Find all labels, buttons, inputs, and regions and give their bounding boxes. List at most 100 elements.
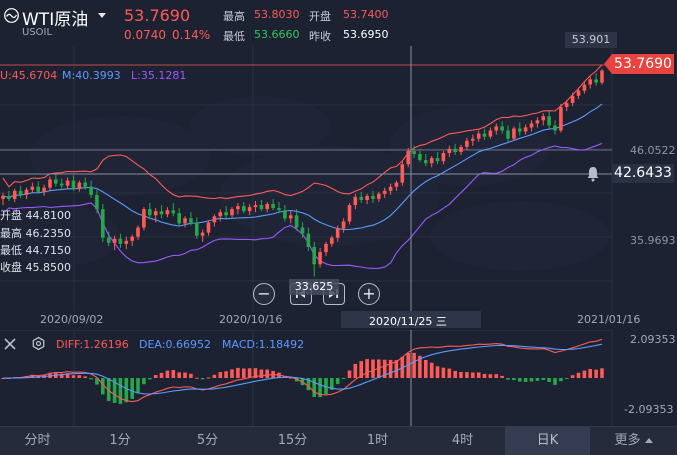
tab-15min[interactable]: 15分 xyxy=(250,427,335,455)
candle-body xyxy=(253,205,258,208)
candle-body xyxy=(400,164,405,183)
candle-body xyxy=(136,227,140,237)
macd-bar xyxy=(130,378,134,399)
candle-body xyxy=(230,209,234,216)
macd-bar xyxy=(136,378,140,394)
candle xyxy=(195,217,199,239)
candle xyxy=(101,204,105,242)
settings-icon[interactable] xyxy=(31,336,46,351)
candle-body xyxy=(523,127,528,132)
tab-4hour[interactable]: 4时 xyxy=(420,427,505,455)
candle xyxy=(324,241,328,257)
open-label: 开盘 xyxy=(309,10,331,23)
candle-body xyxy=(259,205,264,210)
tab-1min[interactable]: 1分 xyxy=(75,427,165,455)
macd-bar xyxy=(424,360,428,378)
macd-bar xyxy=(412,352,416,378)
candle-body xyxy=(441,153,446,162)
candle-body xyxy=(247,207,252,212)
macd-bar xyxy=(118,378,123,404)
tab-1hour[interactable]: 1时 xyxy=(335,427,420,455)
trading-app: WTI原油 USOIL 53.7690 0.0740 0.14% 最高 53.8… xyxy=(0,0,677,455)
chevron-up-icon xyxy=(644,438,653,443)
crosshair-date-label: 2020/11/25 三 xyxy=(369,315,447,328)
close-icon[interactable] xyxy=(3,337,17,351)
macd-bar xyxy=(353,363,358,378)
low-label: 最低 xyxy=(223,30,245,43)
candle-body xyxy=(71,180,76,189)
candle-body xyxy=(359,196,363,200)
candle-body xyxy=(283,210,287,219)
candle xyxy=(165,207,170,218)
macd-bar xyxy=(453,370,457,378)
macd-bar xyxy=(83,376,87,378)
candle-body xyxy=(265,204,269,210)
ohlc-open: 开盘 44.8100 xyxy=(0,209,71,222)
candle-body xyxy=(101,209,105,238)
macd-bar xyxy=(564,378,569,379)
tab-more[interactable]: 更多 xyxy=(590,427,677,455)
candle-body xyxy=(324,243,328,253)
candle-body xyxy=(535,120,540,124)
period-tabs: 分时 1分 5分 15分 1时 4时 日K 更多 xyxy=(0,426,677,455)
boll-low-value: L:35.1281 xyxy=(131,69,187,82)
candle-body xyxy=(24,189,29,195)
macd-bar xyxy=(576,372,581,378)
candle xyxy=(559,103,563,133)
zoom-in-button[interactable]: + xyxy=(358,283,380,305)
candle-body xyxy=(582,84,587,91)
candle-body xyxy=(206,222,211,233)
candle-body xyxy=(347,205,352,222)
candle-body xyxy=(106,237,111,243)
candle-body xyxy=(159,211,164,215)
macd-bar xyxy=(441,367,446,378)
macd-bar xyxy=(347,370,352,378)
price-change-pct: 0.14% xyxy=(172,28,211,42)
candle-body xyxy=(518,128,522,132)
candle xyxy=(570,92,575,106)
candle-body xyxy=(271,204,275,209)
price-level-2: 35.9693 xyxy=(630,234,676,247)
candle-body xyxy=(171,210,176,214)
macd-bar xyxy=(124,378,129,403)
candle-body xyxy=(388,186,393,191)
zoom-out-button[interactable]: − xyxy=(253,283,275,305)
candle-body xyxy=(83,182,87,187)
candle-body xyxy=(453,148,457,152)
candlestick-chart[interactable] xyxy=(0,46,677,311)
tab-5min[interactable]: 5分 xyxy=(165,427,250,455)
tab-daily[interactable]: 日K xyxy=(505,427,590,455)
macd-bar xyxy=(447,368,452,378)
candle-body xyxy=(48,179,52,188)
candle xyxy=(512,126,516,141)
macd-bar xyxy=(471,372,475,378)
macd-bar xyxy=(559,378,563,382)
macd-bar xyxy=(588,369,592,378)
candle-body xyxy=(512,128,516,139)
candle xyxy=(136,225,140,240)
candle-body xyxy=(18,190,23,195)
macd-bar xyxy=(429,362,434,378)
candle xyxy=(400,161,405,186)
macd-dea-value: DEA:0.66952 xyxy=(139,338,211,351)
candle-body xyxy=(195,222,199,236)
macd-bar xyxy=(335,378,340,385)
symbol-dropdown-icon[interactable] xyxy=(98,13,106,18)
candle-body xyxy=(459,146,463,152)
candle-body xyxy=(7,195,11,199)
map-shape xyxy=(430,201,610,271)
time-axis: 2020/09/02 2020/10/16 2020/11/25 三 2021/… xyxy=(0,311,677,328)
candle-body xyxy=(189,218,193,223)
candle-body xyxy=(418,154,422,161)
tab-timeshare[interactable]: 分时 xyxy=(0,427,75,455)
candle-body xyxy=(294,215,299,228)
candle-body xyxy=(424,160,428,164)
macd-bar xyxy=(388,359,393,378)
candle xyxy=(171,203,176,217)
candle-body xyxy=(465,140,469,147)
candle xyxy=(12,188,17,202)
candle-body xyxy=(335,228,340,238)
macd-bar xyxy=(482,373,487,378)
bell-icon[interactable] xyxy=(585,165,601,182)
macd-bar xyxy=(177,372,181,378)
